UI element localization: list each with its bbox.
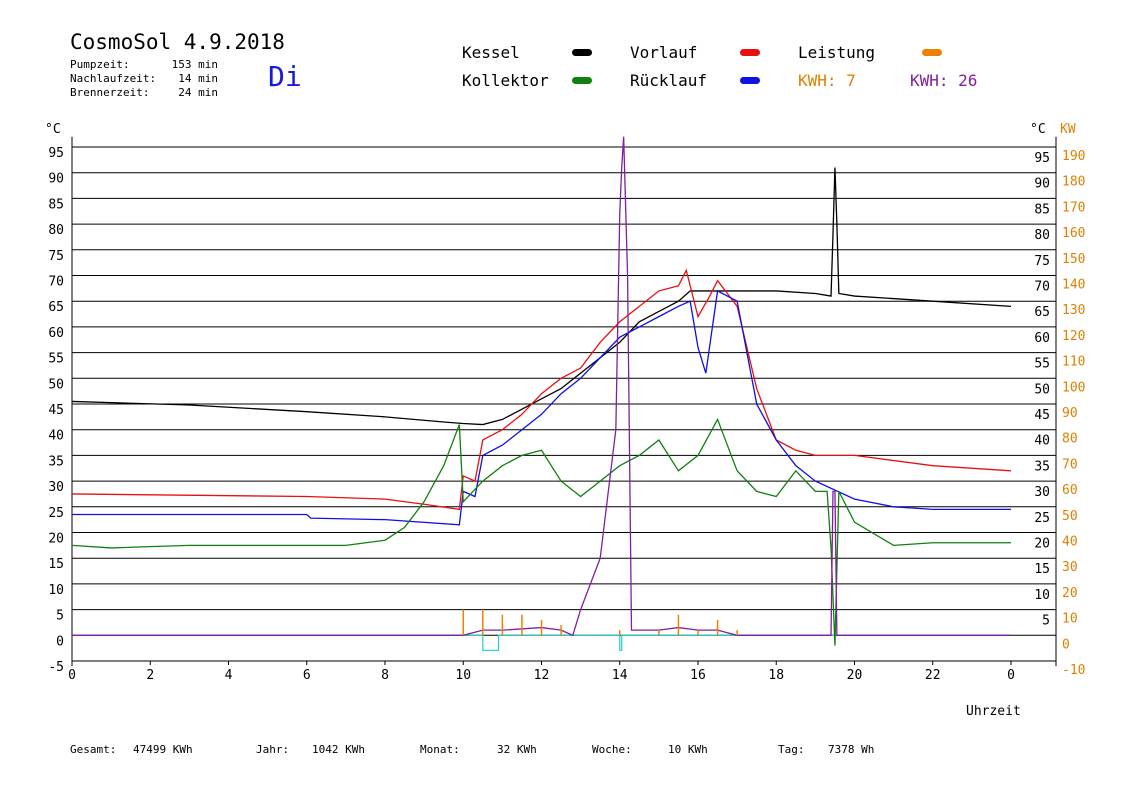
x-tick-label: 10: [455, 668, 471, 683]
y-kw-tick-label: 40: [1062, 535, 1078, 550]
x-axis-label: Uhrzeit: [966, 704, 1021, 719]
x-tick-label: 12: [534, 668, 550, 683]
footer-monat-value: 32 KWh: [497, 743, 537, 756]
y-kw-tick-label: 50: [1062, 509, 1078, 524]
footer-gesamt-value: 47499 KWh: [133, 743, 193, 756]
y-left-tick-label: 10: [48, 583, 64, 598]
y-right-tick-label: 10: [1034, 588, 1050, 603]
y-right-tick-label: 65: [1034, 305, 1050, 320]
y-right-tick-label: 15: [1034, 562, 1050, 577]
x-tick-label: 14: [612, 668, 628, 683]
y-kw-tick-label: 170: [1062, 200, 1085, 215]
y-kw-unit-label: KW: [1060, 122, 1076, 137]
y-kw-tick-label: 60: [1062, 483, 1078, 498]
y-right-tick-label: 30: [1034, 485, 1050, 500]
y-left-tick-label: 55: [48, 352, 64, 367]
series-baseline: [72, 634, 1011, 651]
y-kw-tick-label: 20: [1062, 586, 1078, 601]
y-kw-tick-label: 80: [1062, 432, 1078, 447]
x-tick-label: 0: [68, 668, 76, 683]
y-kw-tick-label: 110: [1062, 355, 1085, 370]
y-left-tick-label: 25: [48, 506, 64, 521]
y-kw-tick-label: -10: [1062, 663, 1085, 678]
y-left-tick-label: 40: [48, 429, 64, 444]
y-kw-tick-label: 120: [1062, 329, 1085, 344]
y-right-tick-label: 55: [1034, 357, 1050, 372]
y-left-tick-label: 85: [48, 197, 64, 212]
y-right-tick-label: 95: [1034, 151, 1050, 166]
y-right-tick-label: 20: [1034, 537, 1050, 552]
x-tick-label: 18: [768, 668, 784, 683]
y-right-unit-label: °C: [1030, 122, 1046, 137]
y-kw-tick-label: 30: [1062, 560, 1078, 575]
y-kw-tick-label: 180: [1062, 175, 1085, 190]
x-tick-label: 0: [1007, 668, 1015, 683]
y-left-tick-label: 50: [48, 377, 64, 392]
y-kw-tick-label: 190: [1062, 149, 1085, 164]
y-left-tick-label: 60: [48, 326, 64, 341]
y-left-unit-label: °C: [45, 122, 61, 137]
y-left-tick-label: 75: [48, 249, 64, 264]
footer-tag-label: Tag:: [778, 743, 805, 756]
y-left-tick-label: 45: [48, 403, 64, 418]
y-left-tick-label: 0: [56, 634, 64, 649]
y-left-tick-label: 15: [48, 557, 64, 572]
x-tick-label: 20: [847, 668, 863, 683]
y-right-tick-label: 40: [1034, 434, 1050, 449]
y-left-tick-label: 90: [48, 172, 64, 187]
series-line-vorlauf: [71, 268, 1012, 511]
y-right-tick-label: 75: [1034, 254, 1050, 269]
y-kw-tick-label: 10: [1062, 612, 1078, 627]
y-kw-tick-label: 160: [1062, 226, 1085, 241]
y-kw-tick-label: 0: [1062, 637, 1070, 652]
footer-gesamt-label: Gesamt:: [70, 743, 117, 756]
x-tick-label: 22: [925, 668, 941, 683]
y-right-tick-label: 35: [1034, 459, 1050, 474]
y-right-tick-label: 85: [1034, 202, 1050, 217]
y-left-tick-label: 70: [48, 275, 64, 290]
y-right-tick-label: 90: [1034, 177, 1050, 192]
footer-woche-value: 10 KWh: [668, 743, 708, 756]
y-kw-tick-label: 140: [1062, 278, 1085, 293]
y-left-tick-label: 80: [48, 223, 64, 238]
y-left-tick-label: 30: [48, 480, 64, 495]
footer-jahr-label: Jahr:: [256, 743, 290, 756]
y-kw-tick-label: 70: [1062, 457, 1078, 472]
x-tick-label: 4: [225, 668, 233, 683]
y-right-tick-label: 70: [1034, 280, 1050, 295]
series-line-leistung: [72, 136, 1011, 637]
y-left-tick-label: 95: [48, 146, 64, 161]
y-left-tick-label: 5: [56, 609, 64, 624]
y-kw-tick-label: 150: [1062, 252, 1085, 267]
y-right-tick-label: 25: [1034, 511, 1050, 526]
series-line-rücklauf: [72, 289, 1011, 526]
y-kw-tick-label: 130: [1062, 303, 1085, 318]
y-left-tick-label: -5: [48, 660, 64, 675]
footer-tag-value: 7378 Wh: [828, 743, 875, 756]
footer-monat-label: Monat:: [420, 743, 460, 756]
y-right-tick-label: 45: [1034, 408, 1050, 423]
y-right-tick-label: 5: [1042, 614, 1050, 629]
y-left-tick-label: 35: [48, 454, 64, 469]
y-kw-tick-label: 100: [1062, 380, 1085, 395]
y-left-tick-label: 20: [48, 532, 64, 547]
series-line-kessel: [71, 167, 1012, 426]
x-tick-label: 16: [690, 668, 706, 683]
x-tick-label: 8: [381, 668, 389, 683]
y-right-tick-label: 50: [1034, 382, 1050, 397]
x-tick-label: 2: [146, 668, 154, 683]
y-right-tick-label: 80: [1034, 228, 1050, 243]
temperature-chart: 0 2 4 6 8 10 12 14 16 18 20 22 095908580757065605550…: [45, 122, 1085, 719]
footer-woche-label: Woche:: [592, 743, 632, 756]
x-tick-label: 6: [303, 668, 311, 683]
footer-jahr-value: 1042 KWh: [312, 743, 365, 756]
y-right-tick-label: 60: [1034, 331, 1050, 346]
y-kw-tick-label: 90: [1062, 406, 1078, 421]
y-left-tick-label: 65: [48, 300, 64, 315]
